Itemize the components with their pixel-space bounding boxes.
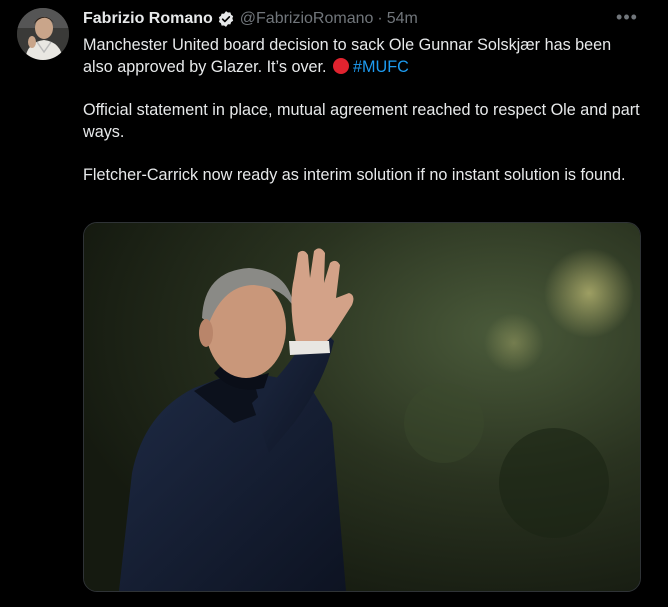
tweet-paragraph-2: Official statement in place, mutual agre… [83,101,640,141]
tweet-paragraph-1: Manchester United board decision to sack… [83,34,643,78]
tweet-text: Manchester United board decision to sack… [83,34,643,207]
tweet-paragraph-3: Fletcher-Carrick now ready as interim so… [83,166,626,184]
separator-dot: · [377,10,383,27]
hashtag-link[interactable]: #MUFC [353,58,409,76]
author-name[interactable]: Fabrizio Romano [83,10,213,28]
verified-badge-icon [217,10,235,28]
tweet-header: Fabrizio Romano @FabrizioRomano · 54m [83,8,648,30]
avatar[interactable] [17,8,69,60]
more-dots-icon[interactable]: ••• [616,6,638,28]
red-circle-emoji [333,58,350,74]
tweet[interactable]: Fabrizio Romano @FabrizioRomano · 54m ••… [0,0,668,607]
tweet-photo[interactable] [83,222,641,592]
author-handle[interactable]: @FabrizioRomano [240,10,374,28]
tweet-timestamp[interactable]: 54m [387,10,418,28]
